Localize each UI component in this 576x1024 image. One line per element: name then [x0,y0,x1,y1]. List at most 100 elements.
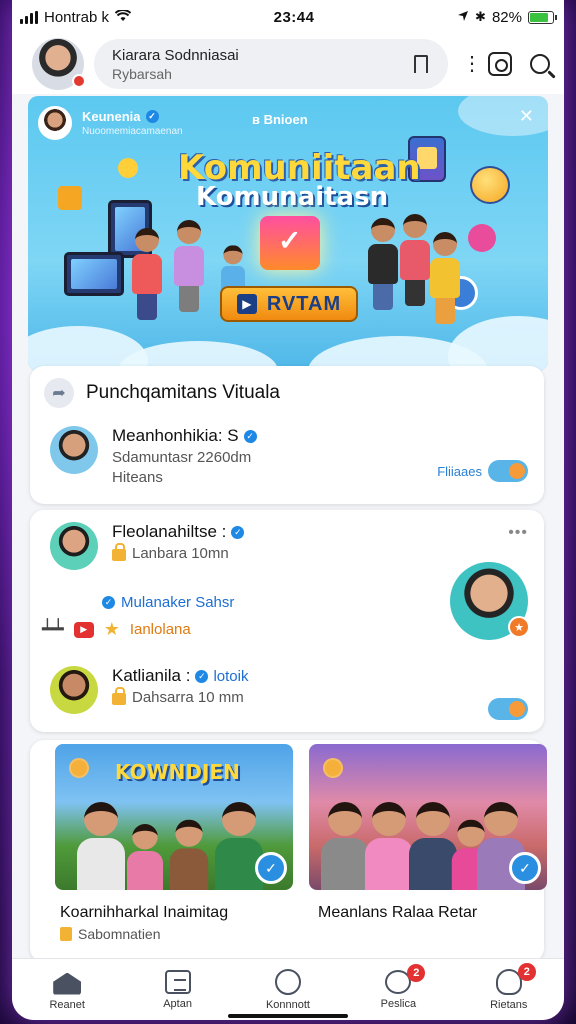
nav-home[interactable]: Reanet [22,969,112,1011]
nav-apps[interactable]: Aptan [133,969,223,1010]
user-avatar[interactable] [50,666,98,714]
twitter-icon[interactable]: ✓ [255,852,287,884]
nav-discover[interactable]: Konnnott [243,968,333,1011]
envelope-icon [260,216,320,270]
instagram-icon[interactable] [488,52,512,76]
post-user-row-2[interactable]: Katlianila : ✓ lotoik Dahsarra 10 mm [30,660,268,720]
notification-dot [72,74,86,88]
post-time: Lanbara 10mn [132,545,229,562]
close-icon[interactable]: ✕ [519,106,534,127]
more-icon[interactable]: ⋮ [462,54,482,74]
bookmark-icon[interactable] [414,55,428,79]
nav-label: Konnnott [265,998,310,1011]
post-user-name-2: Katlianila : [112,666,191,685]
user-avatar[interactable] [50,426,98,474]
wifi-icon [114,8,132,26]
user-name: Meanhonhikia: S [112,426,239,445]
video-caption-2[interactable]: Meanlans Ralaa Retar [318,904,477,922]
box-icon [164,969,191,994]
bluetooth-icon: ✱ [475,9,486,24]
search-bar[interactable]: Kiarara Sodnniasai Rybarsah [94,39,448,89]
post-link-label: Mulanaker Sahsr [121,594,235,611]
clock: 23:44 [273,8,315,26]
child-illustration [132,228,162,320]
video-card: KOWNDJEN ✓ ✓ Koarnihharkal Inaimitag Sab… [30,740,547,962]
post-link[interactable]: ✓ Mulanaker Sahsr [102,594,234,611]
battery-icon [527,10,557,24]
nav-messages[interactable]: 2 Peslica [353,963,443,1010]
post-user-tag[interactable]: lotoik [213,668,248,685]
toggle-pill[interactable] [488,698,528,720]
follow-link[interactable]: Fliiaaes [437,464,482,479]
banner-cta-label: RVTAM [266,292,342,315]
phone-screen: Hontrab k 23:44 ✱ 82% Kiarara Sodnniasai… [12,0,564,1020]
verified-icon: ✓ [231,525,245,539]
community-title: Punchqamitans Vituala [86,382,280,403]
video-caption[interactable]: Koarnihharkal Inaimitag [60,904,228,922]
banner-avatar [38,106,72,140]
badge-icon: ★ [508,616,530,638]
child-illustration [368,218,398,310]
star-decoration [118,158,138,178]
video-thumbnail[interactable]: ✓ [309,744,547,890]
child-illustration [430,232,460,324]
play-icon: ▶ [236,294,257,314]
user-meta: Sdamuntasr 2260dm [112,449,252,466]
post-user-row[interactable]: Fleolanahiltse : ✓ Lanbara 10mn [30,510,544,576]
location-icon [457,9,469,26]
coin-icon [69,758,89,778]
featured-avatar[interactable]: ★ [450,562,530,640]
banner-brand: в Bnioen [252,112,308,127]
nav-label: Aptan [163,997,192,1010]
verified-icon: ✓ [145,110,159,123]
search-title: Kiarara Sodnniasai [112,46,239,64]
cube-decoration [58,186,82,210]
post-user-name: Fleolanahiltse : [112,522,227,541]
banner-subtitle: Komunaitasn [196,182,389,212]
promo-banner[interactable]: Keunenia ✓ Nuoomemiacamaenan в Bnioen ✕ … [28,96,548,371]
grid-icon[interactable]: ┷┷ [42,619,64,640]
twitter-icon[interactable]: ✓ [509,852,541,884]
bookmark-icon [60,927,72,941]
banner-cta-button[interactable]: ▶ RVTAM [220,286,358,322]
verified-icon: ✓ [195,669,209,683]
app-header: Kiarara Sodnniasai Rybarsah ⋮ [12,34,564,94]
post-time-2: Dahsarra 10 mm [132,689,244,706]
nav-profile[interactable]: 2 Rietans [464,962,554,1011]
orb-decoration [470,166,510,204]
video-sub: Sabomnatien [60,926,161,942]
video-icon[interactable]: ▶ [73,621,94,638]
child-illustration [400,214,430,306]
user-meta-2: Hiteans [112,469,163,486]
post-tag[interactable]: Ianlolana [130,621,191,638]
banner-profile-sub: Nuoomemiacamaenan [82,126,183,137]
toggle-pill[interactable] [488,460,528,482]
nav-label: Peslica [380,997,417,1010]
tablet-illustration [64,252,124,296]
user-avatar[interactable] [50,522,98,570]
nav-badge: 2 [407,963,426,982]
share-icon[interactable]: ➦ [44,378,74,408]
nav-label: Reanet [49,998,85,1011]
carrier-label: Hontrab k [44,8,110,26]
home-icon [53,972,82,995]
profile-avatar[interactable] [32,38,86,90]
banner-profile[interactable]: Keunenia ✓ Nuoomemiacamaenan [38,106,183,140]
home-indicator[interactable] [228,1014,348,1018]
video-thumbnail[interactable]: KOWNDJEN ✓ [55,744,293,890]
search-icon[interactable] [530,54,550,74]
nav-badge: 2 [517,962,536,981]
status-bar: Hontrab k 23:44 ✱ 82% [12,0,564,34]
lock-icon [112,543,126,561]
banner-profile-name: Keunenia [82,109,141,124]
signal-icon [20,10,38,24]
battery-percent: 82% [491,8,522,26]
user-row[interactable]: Meanhonhikia: S ✓ Sdamuntasr 2260dm Hite… [30,420,544,492]
heart-icon [468,224,496,252]
video-sub-label: Sabomnatien [78,926,161,942]
lock-icon [112,687,126,705]
thumbnail-title: KOWNDJEN [115,760,240,784]
bottom-nav: Reanet Aptan Konnnott 2 Peslica 2 Rietan… [12,958,564,1020]
star-icon: ★ [103,619,120,639]
search-subtitle: Rybarsah [112,65,172,82]
